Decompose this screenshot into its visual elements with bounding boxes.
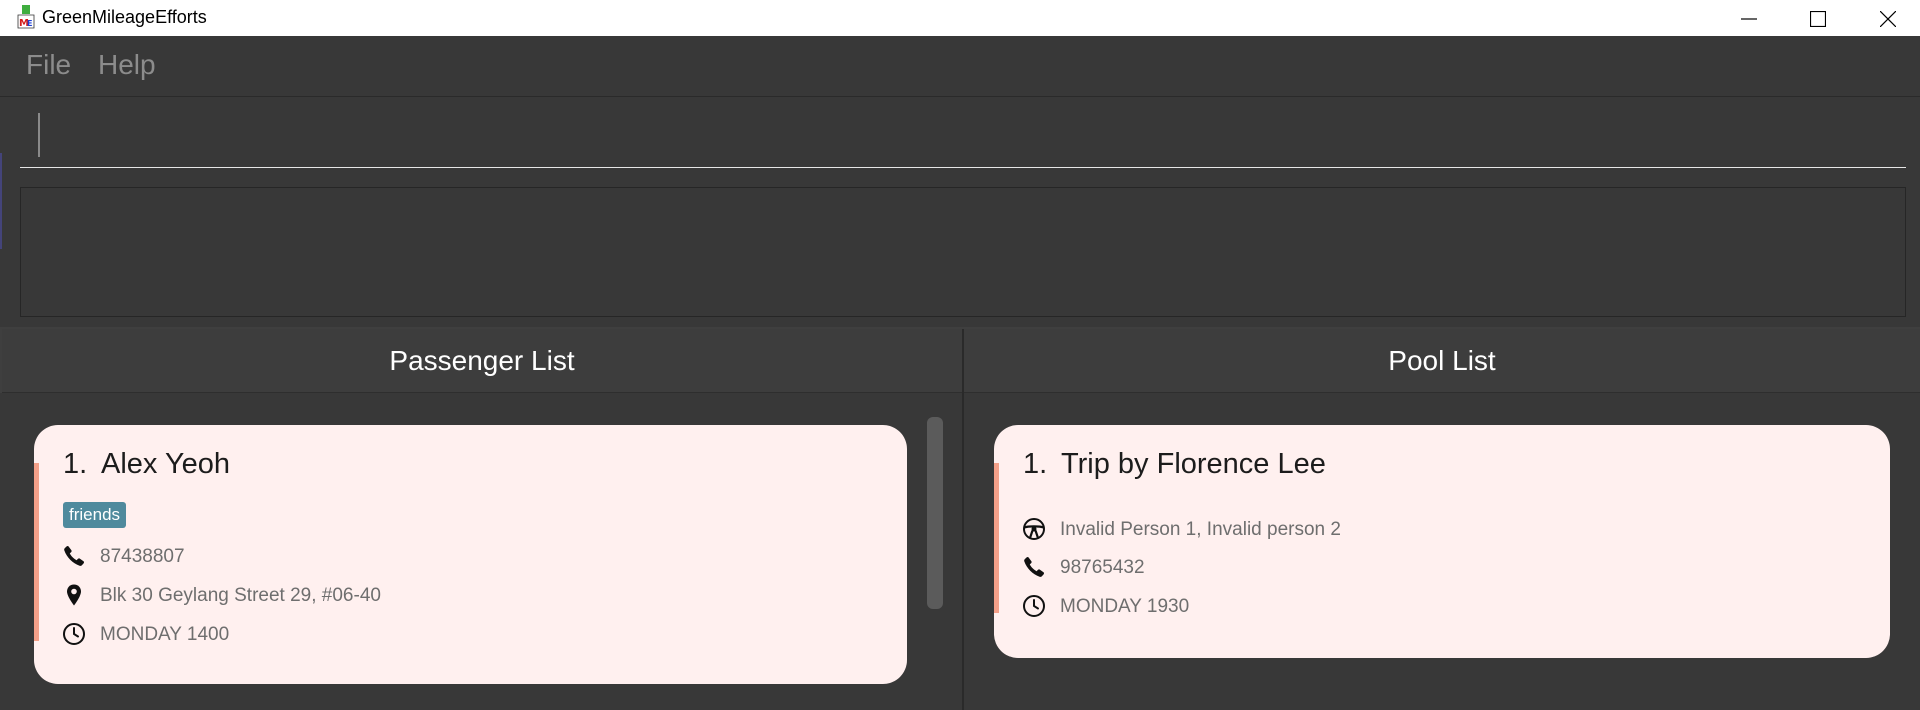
- passenger-time: MONDAY 1400: [100, 624, 230, 645]
- pool-phone: 98765432: [1060, 557, 1145, 578]
- clock-icon: [1023, 595, 1045, 617]
- card-accent-bar: [34, 463, 39, 641]
- menu-file[interactable]: File: [26, 49, 71, 81]
- phone-icon: [1024, 556, 1045, 577]
- panel-divider-lower: [962, 393, 964, 710]
- pool-list-title: Pool List: [1388, 345, 1496, 376]
- result-display: [20, 187, 1906, 317]
- menu-help[interactable]: Help: [98, 49, 156, 81]
- card-accent-bar: [994, 463, 999, 613]
- text-caret: [38, 113, 40, 157]
- pool-time: MONDAY 1930: [1060, 596, 1190, 617]
- maximize-button[interactable]: [1782, 0, 1852, 36]
- pool-passengers: Invalid Person 1, Invalid person 2: [1060, 519, 1341, 540]
- app-logo-icon: M E: [17, 5, 35, 29]
- tag-badge: friends: [63, 502, 127, 528]
- passenger-list-header: Passenger List: [2, 329, 962, 393]
- window-title: GreenMileageEfforts: [42, 7, 207, 27]
- location-pin-icon: [67, 584, 81, 606]
- phone-icon: [64, 545, 85, 566]
- command-area: [0, 97, 1920, 327]
- passenger-phone: 87438807: [100, 546, 185, 567]
- svg-text:E: E: [27, 19, 32, 28]
- passenger-list-scrollbar[interactable]: [927, 417, 943, 609]
- minimize-button[interactable]: [1713, 0, 1783, 36]
- maximize-icon: [1810, 11, 1826, 27]
- minimize-icon: [1741, 18, 1757, 20]
- close-icon: [1880, 11, 1896, 27]
- passenger-name: Alex Yeoh: [101, 448, 231, 480]
- close-button[interactable]: [1852, 0, 1920, 36]
- passenger-index: 1.: [63, 448, 88, 480]
- passenger-address: Blk 30 Geylang Street 29, #06-40: [100, 585, 381, 606]
- title-bar: M E GreenMileageEfforts: [0, 0, 1920, 36]
- passenger-list-title: Passenger List: [389, 345, 575, 376]
- clock-icon: [63, 623, 85, 645]
- pool-driver-name: Trip by Florence Lee: [1061, 448, 1326, 480]
- steering-wheel-icon: [1023, 518, 1045, 540]
- focus-accent: [0, 153, 2, 249]
- pool-list-header: Pool List: [964, 329, 1920, 393]
- pool-index: 1.: [1023, 448, 1048, 480]
- command-input[interactable]: [20, 111, 1906, 168]
- menu-bar: File Help: [0, 36, 1920, 97]
